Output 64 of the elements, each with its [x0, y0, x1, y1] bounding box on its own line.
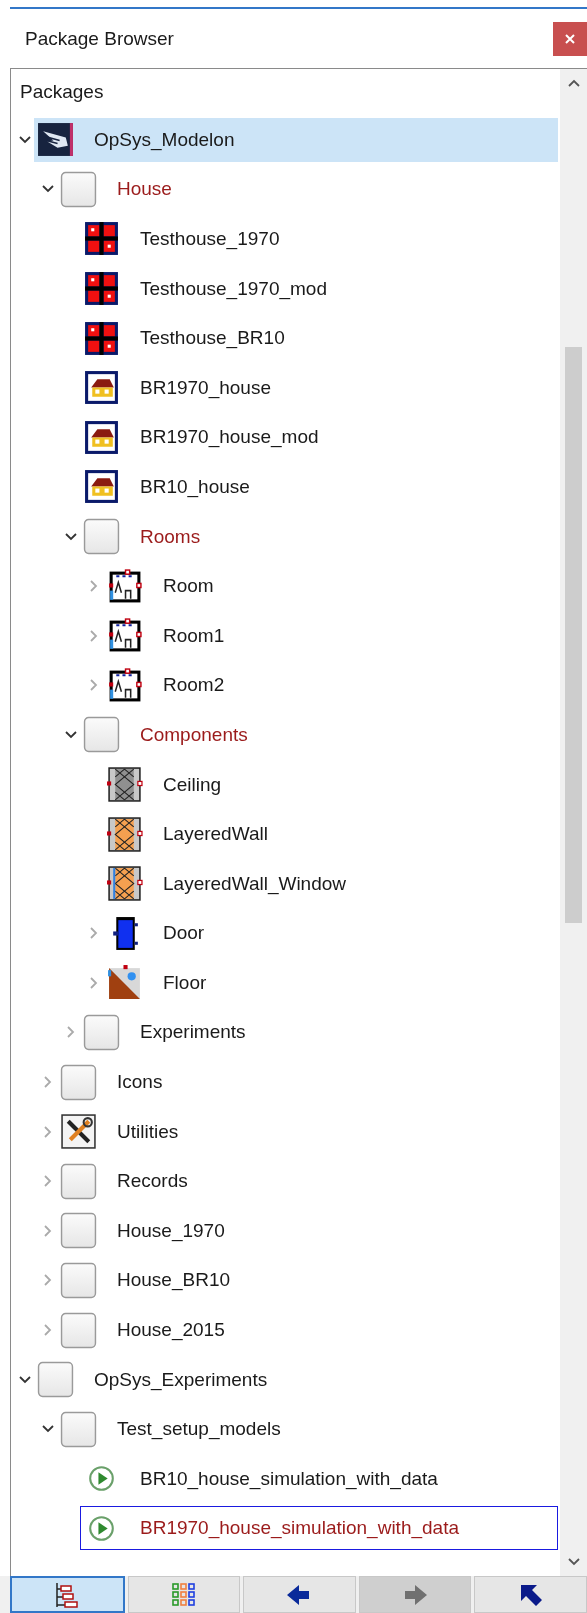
close-icon	[564, 32, 576, 45]
package-icon	[83, 1014, 120, 1051]
tree-item[interactable]: LayeredWall	[103, 812, 558, 857]
tree-item[interactable]: OpSys_Modelon	[34, 117, 558, 162]
room-plan-icon	[106, 567, 143, 605]
wall-layer-icon	[106, 815, 143, 853]
tree-item[interactable]: House_BR10	[57, 1258, 558, 1303]
back-button[interactable]	[243, 1576, 356, 1613]
package-icon	[60, 1212, 97, 1250]
scrollbar-thumb[interactable]	[565, 347, 582, 923]
floor-plan-icon	[83, 319, 120, 357]
floor-plan-icon	[83, 220, 120, 258]
grid-view-button[interactable]	[127, 1576, 241, 1613]
package-icon	[60, 1162, 97, 1200]
tree-item[interactable]: Components	[80, 712, 558, 757]
tools-icon	[60, 1113, 97, 1151]
wing-logo-icon	[37, 121, 74, 159]
tree-item[interactable]: Room1	[103, 613, 558, 658]
close-button[interactable]	[553, 21, 587, 56]
tree-item[interactable]: LayeredWall_Window	[103, 861, 558, 906]
tree-item[interactable]: Door	[103, 911, 558, 956]
tree-item[interactable]: BR1970_house_mod	[80, 415, 558, 460]
tree-item[interactable]: Testhouse_1970_mod	[80, 266, 558, 311]
tree-item[interactable]: Test_setup_models	[57, 1407, 558, 1452]
package-icon	[60, 1063, 97, 1101]
package-icon	[83, 518, 120, 556]
tree-item[interactable]: House_1970	[57, 1208, 558, 1253]
tree-item[interactable]: Rooms	[80, 514, 558, 559]
wall-window-icon	[106, 865, 143, 903]
tree-item[interactable]: Ceiling	[103, 762, 558, 807]
package-icon	[60, 170, 97, 208]
tree-item[interactable]: Testhouse_1970	[80, 217, 558, 261]
up-left-button[interactable]	[474, 1576, 587, 1613]
tree-item[interactable]: BR1970_house_simulation_with_data	[80, 1506, 558, 1551]
ceiling-layer-icon	[106, 766, 143, 803]
tree-item[interactable]: BR1970_house	[80, 365, 558, 410]
room-plan-icon	[106, 666, 143, 704]
tree-item[interactable]: Room2	[103, 663, 558, 708]
tree-item[interactable]: Room	[103, 564, 558, 609]
tree-item[interactable]: Testhouse_BR10	[80, 316, 558, 361]
tree-item[interactable]: BR10_house_simulation_with_data	[80, 1456, 558, 1501]
tree-item[interactable]: Records	[57, 1159, 558, 1204]
package-icon	[60, 1261, 97, 1299]
floor-plan-icon	[83, 270, 120, 308]
tree-item[interactable]: Floor	[103, 960, 558, 1005]
tree-item[interactable]: House_2015	[57, 1308, 558, 1353]
package-icon	[37, 1361, 74, 1399]
tree-view-button[interactable]	[10, 1576, 125, 1613]
package-icon	[60, 1410, 97, 1448]
tree-header: Packages	[20, 81, 104, 103]
tree-item[interactable]: Icons	[57, 1060, 558, 1105]
house-icon	[83, 418, 120, 456]
tree-item[interactable]: Experiments	[80, 1010, 558, 1055]
panel-title: Package Browser	[25, 27, 174, 50]
house-icon	[83, 369, 120, 407]
tree-item[interactable]: House	[57, 167, 558, 212]
house-icon	[83, 468, 120, 506]
scrollbar[interactable]	[560, 69, 587, 1576]
package-icon	[60, 1311, 97, 1349]
package-icon	[83, 716, 120, 754]
tree-item[interactable]: OpSys_Experiments	[34, 1357, 558, 1402]
tree-item[interactable]: Utilities	[57, 1109, 558, 1154]
floor-slope-icon	[106, 964, 143, 1002]
tree-item[interactable]: BR10_house	[80, 464, 558, 509]
